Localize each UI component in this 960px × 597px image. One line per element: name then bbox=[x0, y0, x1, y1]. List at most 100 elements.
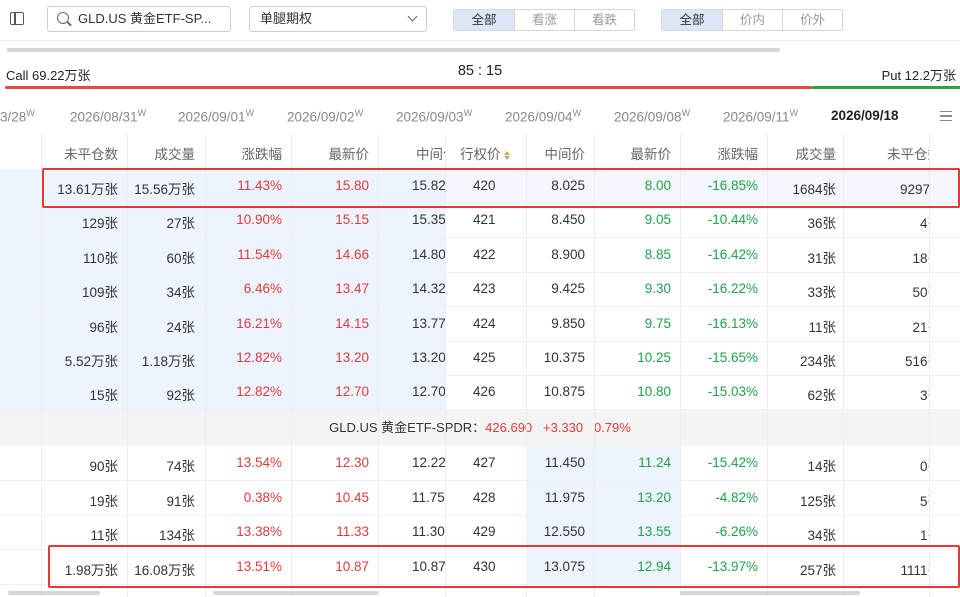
call-volume: 27张 bbox=[166, 216, 195, 232]
put-mid: 10.875 bbox=[543, 384, 585, 400]
call-last: 14.66 bbox=[335, 246, 369, 262]
divider bbox=[0, 40, 960, 41]
put-open-interest-value: 516张 bbox=[904, 354, 929, 369]
put-volume: 125张 bbox=[799, 493, 836, 509]
put-mid: 9.850 bbox=[551, 315, 585, 331]
col-call-open-interest[interactable]: 未平仓数 bbox=[64, 143, 118, 163]
highlight-box bbox=[48, 545, 960, 588]
call-change: 10.90% bbox=[236, 212, 282, 228]
call-open-interest: 15张 bbox=[89, 388, 118, 404]
col-put-change[interactable]: 涨跌幅 bbox=[718, 143, 759, 163]
horizontal-scrollbar[interactable] bbox=[7, 48, 780, 52]
col-call-mid[interactable]: 中间价 bbox=[416, 143, 445, 163]
table-row[interactable]: 109张 34张 6.46% 13.47 14.32 423 9.425 9.30 -16.22… bbox=[0, 272, 960, 308]
sort-icon bbox=[503, 150, 510, 160]
put-open-interest: 21张 bbox=[888, 316, 929, 336]
call-mid: 14.80 bbox=[412, 246, 445, 262]
filter-all[interactable]: 全部 bbox=[454, 10, 514, 30]
table-row[interactable]: 129张 27张 10.90% 15.15 15.35 421 8.450 9.05 -10.4… bbox=[0, 203, 960, 239]
tab-date[interactable]: 2026/09/01W bbox=[178, 108, 254, 125]
call-open-interest: 109张 bbox=[81, 285, 118, 301]
put-volume: 31张 bbox=[807, 250, 836, 266]
tab-date[interactable]: 2026/08/31W bbox=[70, 108, 146, 125]
table-row[interactable]: 110张 60张 11.54% 14.66 14.80 422 8.900 8.85 -16.4… bbox=[0, 237, 960, 273]
put-open-interest-value: 3张 bbox=[919, 388, 929, 404]
horizontal-scrollbar[interactable] bbox=[8, 591, 100, 595]
option-type-select[interactable]: 单腿期权 bbox=[249, 6, 427, 32]
search-value: GLD.US 黄金ETF-SP... bbox=[78, 11, 212, 26]
call-volume: 1.18万张 bbox=[141, 354, 195, 369]
put-mid: 8.900 bbox=[551, 246, 585, 262]
call-open-interest: 11张 bbox=[90, 528, 118, 543]
put-last: 11.24 bbox=[638, 455, 671, 470]
filter-out-of-the-money[interactable]: 价外 bbox=[782, 10, 842, 30]
put-volume: 11张 bbox=[808, 319, 836, 335]
horizontal-scrollbar[interactable] bbox=[213, 591, 378, 595]
col-call-last[interactable]: 最新价 bbox=[329, 143, 370, 163]
tab-date[interactable]: 2026/09/04W bbox=[505, 108, 581, 125]
search-icon bbox=[57, 12, 69, 24]
col-call-volume[interactable]: 成交量 bbox=[155, 143, 196, 163]
put-last: 10.80 bbox=[637, 384, 671, 400]
call-volume: 91张 bbox=[166, 493, 195, 509]
put-last: 13.55 bbox=[637, 524, 671, 539]
col-call-change[interactable]: 涨跌幅 bbox=[242, 143, 283, 163]
call-open-interest: 96张 bbox=[89, 319, 118, 335]
underlying-change-pct: 0.79% bbox=[593, 420, 631, 435]
call-last: 12.70 bbox=[335, 384, 369, 400]
filter-calls[interactable]: 看涨 bbox=[514, 10, 574, 30]
sidebar-toggle-icon[interactable] bbox=[10, 12, 24, 25]
call-change: 11.54% bbox=[237, 246, 282, 262]
strike-price: 428 bbox=[473, 489, 496, 505]
table-row[interactable]: 15张 92张 12.82% 12.70 12.70 426 10.875 10.80 -15.… bbox=[0, 375, 960, 411]
tab-date[interactable]: 2026/09/03W bbox=[396, 108, 472, 125]
put-open-interest: 0张 bbox=[888, 455, 929, 475]
search-input[interactable]: GLD.US 黄金ETF-SP... bbox=[47, 6, 231, 32]
put-mid: 9.425 bbox=[551, 281, 585, 297]
underlying-name: GLD.US 黄金ETF-SPDR： bbox=[329, 420, 486, 435]
col-put-last[interactable]: 最新价 bbox=[631, 143, 672, 163]
moneyness-filter: 全部 价内 价外 bbox=[661, 9, 843, 31]
call-open-interest: 19张 bbox=[89, 493, 118, 509]
put-open-interest-value: 18张 bbox=[912, 250, 929, 266]
tab-date[interactable]: 2026/09/08W bbox=[614, 108, 690, 125]
toolbar: GLD.US 黄金ETF-SP... 单腿期权 全部 看涨 看跌 全部 价内 价… bbox=[0, 0, 960, 40]
horizontal-scrollbar[interactable] bbox=[680, 591, 860, 595]
put-open-interest: 3张 bbox=[888, 384, 929, 404]
table-row[interactable]: 90张 74张 13.54% 12.30 12.22 427 11.450 11.24 -15.… bbox=[0, 446, 960, 481]
put-open-interest: 18张 bbox=[888, 247, 929, 267]
tab-date[interactable]: 2026/09/02W bbox=[287, 108, 363, 125]
put-open-interest-value: 50张 bbox=[912, 285, 929, 301]
call-open-interest: 5.52万张 bbox=[64, 354, 118, 369]
table-row[interactable]: 96张 24张 16.21% 14.15 13.77 424 9.850 9.75 -16.13… bbox=[0, 306, 960, 342]
put-open-interest-value: 21张 bbox=[912, 319, 929, 335]
call-change: 12.82% bbox=[236, 384, 282, 400]
col-strike[interactable]: 行权价 bbox=[460, 143, 510, 163]
expiration-tabs: 3/28W 2026/08/31W 2026/09/01W 2026/09/02… bbox=[0, 99, 960, 135]
call-open-interest: 129张 bbox=[81, 216, 118, 232]
put-mid: 10.375 bbox=[543, 350, 585, 365]
table-row[interactable]: 5.52万张 1.18万张 12.82% 13.20 13.20 425 10.375 10.… bbox=[0, 341, 960, 376]
col-put-volume[interactable]: 成交量 bbox=[796, 143, 837, 163]
put-last: 13.20 bbox=[637, 489, 671, 505]
filter-all-moneyness[interactable]: 全部 bbox=[662, 10, 722, 30]
filter-puts[interactable]: 看跌 bbox=[574, 10, 634, 30]
tab-date[interactable]: 2026/09/11W bbox=[723, 108, 798, 125]
col-put-open-interest[interactable]: 未平仓数 bbox=[887, 143, 929, 163]
call-mid: 11.30 bbox=[412, 524, 445, 539]
call-mid: 12.22 bbox=[412, 455, 445, 470]
put-ratio-bar bbox=[812, 86, 960, 89]
call-volume: 134张 bbox=[158, 528, 195, 543]
menu-icon[interactable] bbox=[940, 111, 952, 121]
tab-date-selected[interactable]: 2026/09/18 bbox=[831, 108, 899, 123]
strike-price: 425 bbox=[473, 350, 496, 365]
tab-date[interactable]: 3/28W bbox=[0, 108, 35, 125]
put-change: -15.03% bbox=[707, 384, 758, 400]
put-open-interest: 516张 bbox=[888, 350, 929, 370]
strike-price: 422 bbox=[473, 246, 496, 262]
filter-in-the-money[interactable]: 价内 bbox=[722, 10, 782, 30]
table-row[interactable]: 19张 91张 0.38% 10.45 11.75 428 11.975 13.20 -4.82… bbox=[0, 480, 960, 516]
call-put-ratio: 85 : 15 bbox=[457, 63, 503, 79]
put-volume-label: Put 12.2万张 bbox=[881, 68, 956, 83]
col-put-mid[interactable]: 中间价 bbox=[545, 143, 586, 163]
